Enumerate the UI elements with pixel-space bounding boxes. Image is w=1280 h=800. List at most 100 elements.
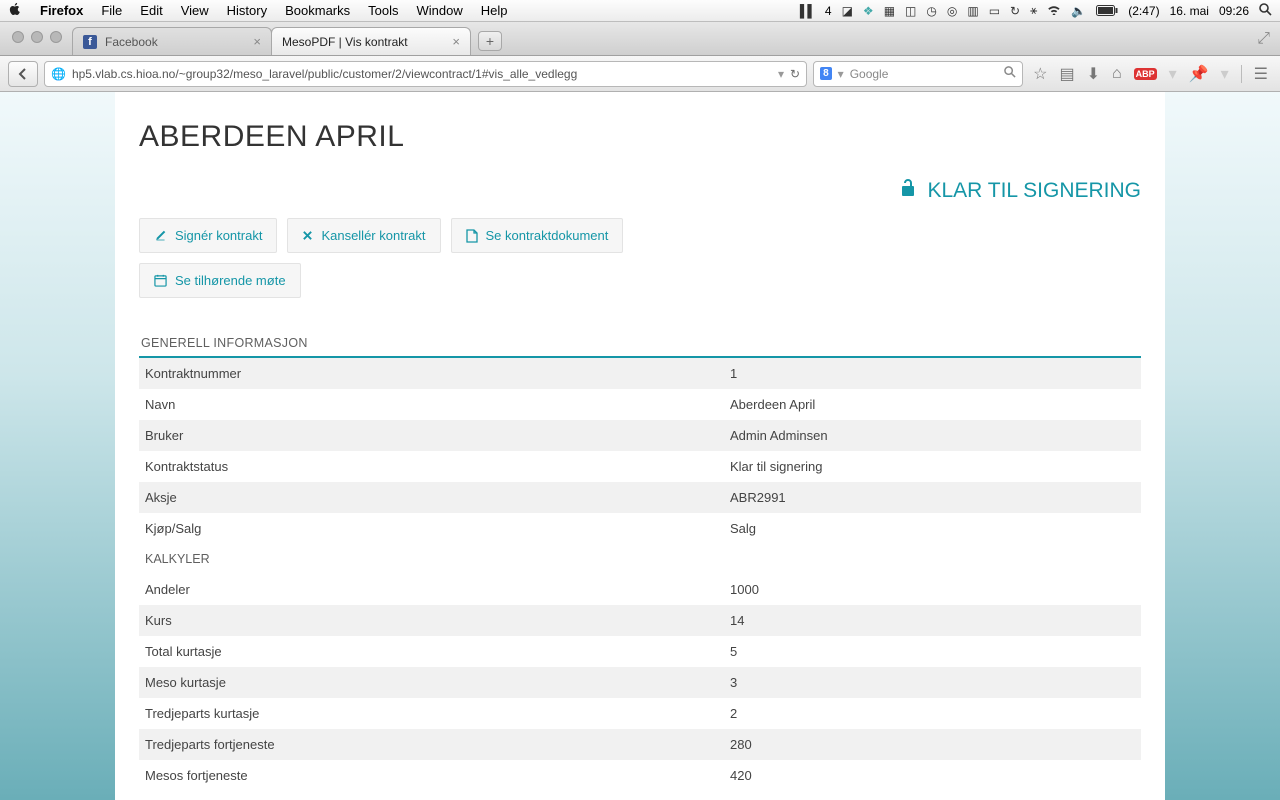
apple-menu-icon[interactable]: [8, 2, 22, 19]
menu-edit[interactable]: Edit: [140, 3, 162, 18]
table-row: Kurs14: [139, 605, 1141, 636]
page-title: ABERDEEN APRIL: [139, 120, 1141, 154]
row-value: 14: [724, 605, 1141, 636]
menu-bookmarks[interactable]: Bookmarks: [285, 3, 350, 18]
bookmark-star-icon[interactable]: ☆: [1033, 64, 1047, 84]
row-value: Klar til signering: [724, 451, 1141, 482]
tab-close-icon[interactable]: ×: [253, 34, 261, 49]
fullscreen-icon[interactable]: ⤢: [1257, 30, 1270, 48]
traffic-zoom[interactable]: [50, 31, 62, 43]
browser-window: f Facebook × MesoPDF | Vis kontrakt × + …: [0, 22, 1280, 800]
row-label: Meso kurtasje: [139, 667, 724, 698]
row-label: Andeler: [139, 574, 724, 605]
row-label: Aksje: [139, 482, 724, 513]
menu-file[interactable]: File: [101, 3, 122, 18]
row-label: Total kurtasje: [139, 636, 724, 667]
reload-icon[interactable]: ↻: [790, 67, 800, 81]
page-content: ABERDEEN APRIL KLAR TIL SIGNERING Signér…: [115, 92, 1165, 800]
status-icon-7[interactable]: ▥: [967, 4, 978, 18]
home-icon[interactable]: ⌂: [1112, 65, 1122, 83]
battery-icon[interactable]: [1096, 5, 1118, 16]
status-icon-1[interactable]: ◪: [842, 4, 853, 18]
tab-close-icon[interactable]: ×: [452, 34, 460, 49]
menubar-date[interactable]: 16. mai: [1170, 4, 1209, 18]
status-icon-2[interactable]: ❖: [863, 4, 874, 18]
table-row: Mesos fortjeneste420: [139, 760, 1141, 791]
tab-facebook[interactable]: f Facebook ×: [72, 27, 272, 55]
menu-history[interactable]: History: [227, 3, 267, 18]
pin-icon[interactable]: 📌: [1189, 64, 1209, 84]
row-label: Tredjeparts kurtasje: [139, 698, 724, 729]
battery-text: (2:47): [1128, 4, 1159, 18]
menubar-time[interactable]: 09:26: [1219, 4, 1249, 18]
row-label: Kontraktstatus: [139, 451, 724, 482]
cancel-contract-button[interactable]: Kansellér kontrakt: [287, 218, 440, 253]
browser-toolbar: 🌐 hp5.vlab.cs.hioa.no/~group32/meso_lara…: [0, 56, 1280, 92]
traffic-close[interactable]: [12, 31, 24, 43]
search-icon[interactable]: [1004, 66, 1016, 81]
new-tab-button[interactable]: +: [478, 31, 502, 51]
view-document-button[interactable]: Se kontraktdokument: [451, 218, 624, 253]
table-row: KontraktstatusKlar til signering: [139, 451, 1141, 482]
row-label: Bruker: [139, 420, 724, 451]
tab-mesopdf[interactable]: MesoPDF | Vis kontrakt ×: [271, 27, 471, 55]
adblock-icon[interactable]: ABP: [1134, 68, 1157, 80]
row-value: Admin Adminsen: [724, 420, 1141, 451]
section-general-heading: GENERELL INFORMASJON: [139, 308, 1141, 358]
table-row: BrukerAdmin Adminsen: [139, 420, 1141, 451]
table-row: Kjøp/SalgSalg: [139, 513, 1141, 544]
search-bar[interactable]: 8 ▾ Google: [813, 61, 1023, 87]
view-meeting-button[interactable]: Se tilhørende møte: [139, 263, 301, 298]
facebook-icon: f: [83, 35, 97, 49]
url-text: hp5.vlab.cs.hioa.no/~group32/meso_larave…: [72, 67, 577, 81]
table-row: Meso kurtasje3: [139, 667, 1141, 698]
menu-window[interactable]: Window: [417, 3, 463, 18]
traffic-minimize[interactable]: [31, 31, 43, 43]
status-icon-5[interactable]: ◷: [926, 4, 936, 18]
dropdown-icon[interactable]: ▾: [778, 67, 784, 81]
status-icon-3[interactable]: ▦: [884, 4, 895, 18]
status-icon-4[interactable]: ◫: [905, 4, 916, 18]
action-row-1: Signér kontrakt Kansellér kontrakt Se ko…: [139, 218, 1141, 253]
section-calc-heading-row: KALKYLER: [139, 544, 1141, 574]
hamburger-menu-icon[interactable]: ☰: [1254, 64, 1268, 84]
display-icon[interactable]: ▭: [989, 4, 1000, 18]
row-label: Navn: [139, 389, 724, 420]
row-value: 2: [724, 698, 1141, 729]
row-value: Salg: [724, 513, 1141, 544]
section-calc-heading: KALKYLER: [139, 544, 1141, 574]
row-value: 420: [724, 760, 1141, 791]
status-banner: KLAR TIL SIGNERING: [139, 178, 1141, 204]
row-value: 280: [724, 729, 1141, 760]
bluetooth-icon[interactable]: ⚹: [1030, 3, 1037, 18]
back-button[interactable]: [8, 61, 38, 87]
downloads-icon[interactable]: ⬇: [1087, 64, 1100, 84]
status-text: KLAR TIL SIGNERING: [927, 179, 1141, 203]
button-label: Kansellér kontrakt: [321, 228, 425, 243]
status-icon-6[interactable]: ◎: [947, 4, 957, 18]
tab-title: MesoPDF | Vis kontrakt: [282, 35, 408, 49]
table-row: Tredjeparts fortjeneste280: [139, 729, 1141, 760]
timemachine-icon[interactable]: ↻: [1010, 4, 1020, 18]
menu-tools[interactable]: Tools: [368, 3, 398, 18]
url-bar[interactable]: 🌐 hp5.vlab.cs.hioa.no/~group32/meso_lara…: [44, 61, 807, 87]
row-label: Tredjeparts fortjeneste: [139, 729, 724, 760]
reading-list-icon[interactable]: ▤: [1059, 64, 1074, 84]
google-icon: 8: [820, 67, 832, 80]
sign-contract-button[interactable]: Signér kontrakt: [139, 218, 277, 253]
row-label: Kurs: [139, 605, 724, 636]
search-placeholder: Google: [850, 67, 889, 81]
window-traffic-lights[interactable]: [4, 31, 72, 55]
info-table: Kontraktnummer1NavnAberdeen AprilBrukerA…: [139, 358, 1141, 791]
table-row: AksjeABR2991: [139, 482, 1141, 513]
table-row: Total kurtasje5: [139, 636, 1141, 667]
button-label: Se tilhørende møte: [175, 273, 286, 288]
volume-icon[interactable]: 🔈: [1071, 4, 1086, 18]
spotlight-icon[interactable]: [1259, 3, 1272, 19]
app-name[interactable]: Firefox: [40, 3, 83, 18]
wifi-icon[interactable]: [1047, 4, 1061, 18]
unlock-icon: [899, 178, 919, 204]
menu-view[interactable]: View: [181, 3, 209, 18]
adobe-icon[interactable]: ▌▌: [800, 4, 815, 18]
menu-help[interactable]: Help: [481, 3, 508, 18]
